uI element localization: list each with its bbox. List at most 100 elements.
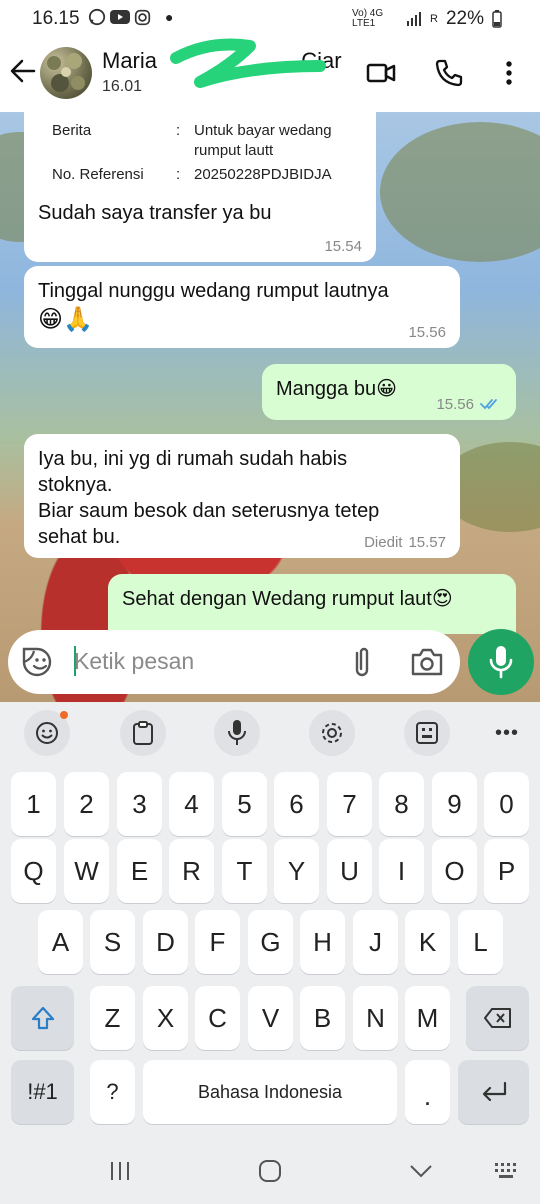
contact-avatar[interactable]	[40, 47, 92, 99]
camera-icon[interactable]	[410, 647, 444, 677]
voice-record-button[interactable]	[468, 629, 534, 695]
key-s[interactable]: S	[90, 910, 135, 974]
home-icon[interactable]	[258, 1159, 282, 1183]
key-4[interactable]: 4	[169, 772, 214, 836]
key-8[interactable]: 8	[379, 772, 424, 836]
message-meta: 15.56	[436, 395, 502, 415]
enter-icon	[482, 1081, 506, 1102]
message-text: Tinggal nunggu wedang rumput lautnya	[38, 280, 389, 302]
key-q[interactable]: Q	[11, 839, 56, 903]
key-7[interactable]: 7	[327, 772, 372, 836]
key-j[interactable]: J	[353, 910, 398, 974]
reference-value: 20250228PDJBIDJA	[194, 166, 332, 183]
key-h[interactable]: H	[300, 910, 345, 974]
key-l[interactable]: L	[458, 910, 503, 974]
sticker-emoji-icon[interactable]	[20, 645, 54, 679]
key-b[interactable]: B	[300, 986, 345, 1050]
key-m[interactable]: M	[405, 986, 450, 1050]
keypad-icon	[416, 722, 438, 744]
voice-input-button[interactable]	[214, 710, 260, 756]
message-input-placeholder[interactable]: Ketik pesan	[74, 648, 194, 675]
message-time: 15.57	[408, 533, 446, 551]
space-key[interactable]: Bahasa Indonesia	[143, 1060, 397, 1124]
key-t[interactable]: T	[222, 839, 267, 903]
clipboard-button[interactable]	[120, 710, 166, 756]
edited-label: Diedit	[364, 533, 403, 551]
enter-key[interactable]	[458, 1060, 529, 1124]
reference-label: No. Referensi	[52, 166, 144, 183]
redaction-scribble	[170, 38, 326, 88]
message-text: Sehat dengan Wedang rumput laut😍	[122, 588, 453, 610]
chat-area[interactable]: Berita : Untuk bayar wedang rumput lautt…	[0, 112, 540, 702]
key-v[interactable]: V	[248, 986, 293, 1050]
more-notifications-dot: ●	[165, 9, 174, 25]
message-input-bar[interactable]: Ketik pesan	[8, 630, 460, 694]
notification-dot	[60, 711, 68, 719]
battery-percent: 22%	[445, 8, 484, 29]
shift-key[interactable]	[11, 986, 74, 1050]
attachment-icon[interactable]	[348, 644, 376, 680]
period-key[interactable]: .	[405, 1060, 450, 1124]
keyboard-switch-icon[interactable]	[494, 1162, 520, 1180]
key-c[interactable]: C	[195, 986, 240, 1050]
question-key[interactable]: ?	[90, 1060, 135, 1124]
key-9[interactable]: 9	[432, 772, 477, 836]
video-call-icon[interactable]	[364, 56, 398, 90]
backspace-icon	[483, 1008, 511, 1028]
message-meta: Diedit 15.57	[364, 533, 446, 553]
message-text-line: stoknya.	[38, 474, 113, 496]
key-6[interactable]: 6	[274, 772, 319, 836]
key-2[interactable]: 2	[64, 772, 109, 836]
key-y[interactable]: Y	[274, 839, 319, 903]
back-arrow-icon[interactable]	[8, 56, 38, 86]
incoming-message[interactable]: Iya bu, ini yg di rumah sudah habis stok…	[24, 434, 460, 558]
key-i[interactable]: I	[379, 839, 424, 903]
key-x[interactable]: X	[143, 986, 188, 1050]
key-p[interactable]: P	[484, 839, 529, 903]
key-d[interactable]: D	[143, 910, 188, 974]
keyboard: 1 2 3 4 5 6 7 8 9 0 Q W E R T Y U I O P …	[0, 760, 540, 1134]
key-e[interactable]: E	[117, 839, 162, 903]
transfer-receipt-bubble[interactable]: Berita : Untuk bayar wedang rumput lautt…	[24, 112, 376, 262]
backspace-key[interactable]	[466, 986, 529, 1050]
key-f[interactable]: F	[195, 910, 240, 974]
hide-keyboard-icon[interactable]	[408, 1162, 434, 1180]
outgoing-message[interactable]: Mangga bu😀 15.56	[262, 364, 516, 420]
key-3[interactable]: 3	[117, 772, 162, 836]
message-time: 15.56	[408, 323, 446, 341]
more-options-icon[interactable]	[492, 56, 526, 90]
key-o[interactable]: O	[432, 839, 477, 903]
key-n[interactable]: N	[353, 986, 398, 1050]
signal-icon	[407, 12, 422, 26]
key-a[interactable]: A	[38, 910, 83, 974]
transfer-message-text: Sudah saya transfer ya bu	[38, 202, 272, 224]
keyboard-settings-button[interactable]	[309, 710, 355, 756]
message-time: 15.56	[436, 395, 474, 413]
message-text-line: Biar saum besok dan seterusnya tetep	[38, 500, 380, 522]
recent-apps-icon[interactable]	[108, 1160, 132, 1182]
outgoing-message[interactable]: Sehat dengan Wedang rumput laut😍	[108, 574, 516, 634]
voice-call-icon[interactable]	[432, 56, 466, 90]
incoming-message[interactable]: Tinggal nunggu wedang rumput lautnya 😁🙏 …	[24, 266, 460, 348]
key-k[interactable]: K	[405, 910, 450, 974]
roaming-indicator: R	[430, 13, 438, 25]
keyboard-more-button[interactable]: •••	[484, 710, 530, 756]
key-1[interactable]: 1	[11, 772, 56, 836]
status-time: 16.15	[32, 8, 80, 29]
key-u[interactable]: U	[327, 839, 372, 903]
key-z[interactable]: Z	[90, 986, 135, 1050]
message-time: 15.54	[324, 238, 362, 255]
keyboard-microphone-icon	[228, 720, 246, 745]
key-0[interactable]: 0	[484, 772, 529, 836]
key-5[interactable]: 5	[222, 772, 267, 836]
youtube-notification-icon	[110, 10, 130, 24]
symbols-key[interactable]: !#1	[11, 1060, 74, 1124]
instagram-notification-icon	[134, 9, 151, 25]
key-r[interactable]: R	[169, 839, 214, 903]
keyboard-emoji-button[interactable]	[24, 710, 70, 756]
key-g[interactable]: G	[248, 910, 293, 974]
key-w[interactable]: W	[64, 839, 109, 903]
contact-name-first: Maria	[102, 48, 158, 73]
keyboard-mode-button[interactable]	[404, 710, 450, 756]
avatar-image	[47, 53, 85, 92]
